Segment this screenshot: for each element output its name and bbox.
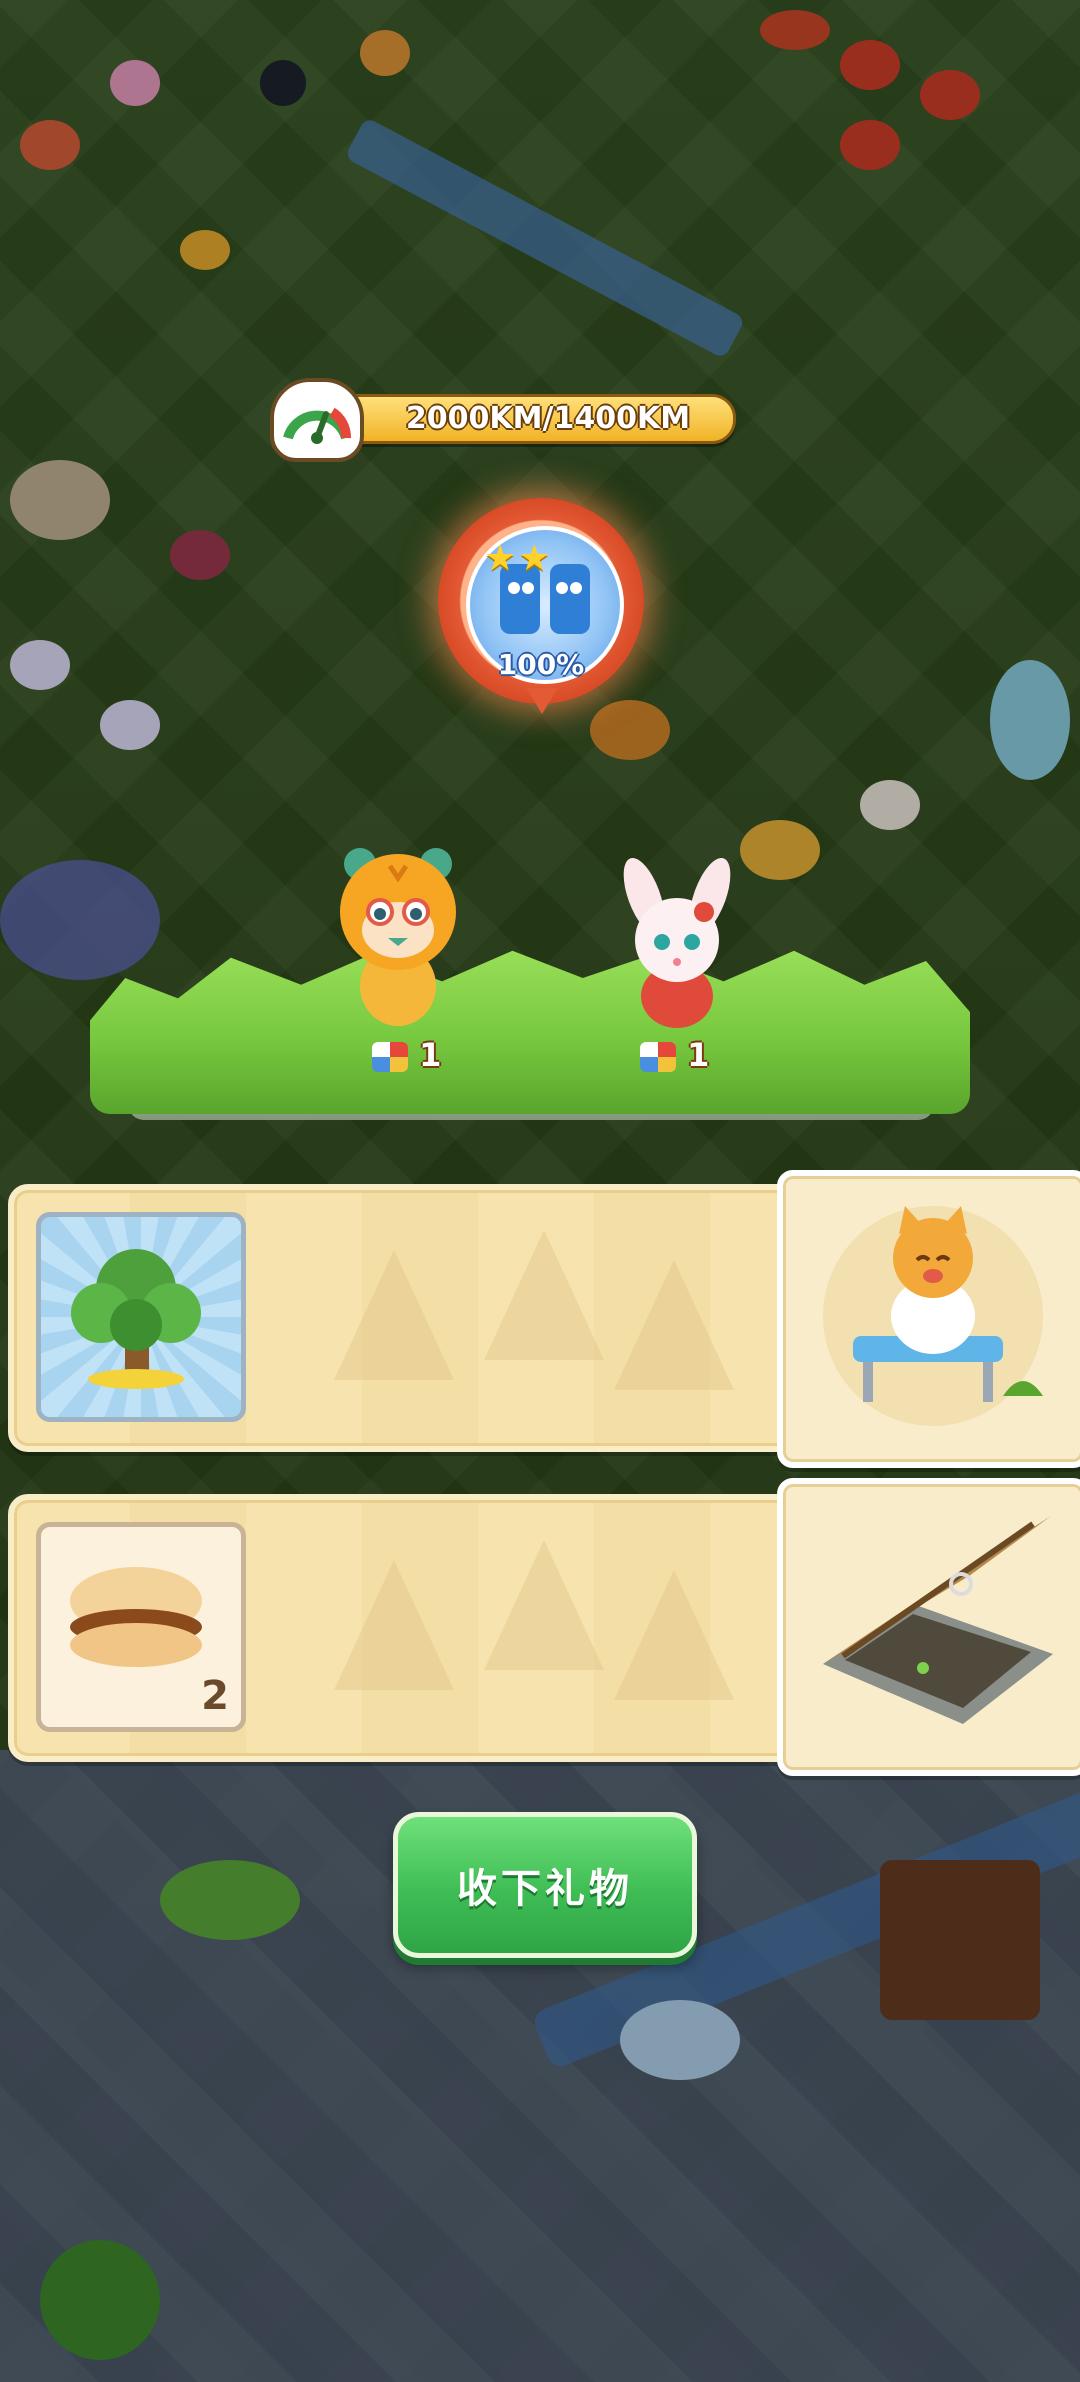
distance-bar: 2000KM/1400KM — [310, 394, 736, 444]
item-quantity: 2 — [201, 1673, 229, 1719]
reward-item-tree[interactable] — [36, 1212, 246, 1422]
tree-pattern — [614, 1570, 734, 1700]
gift-icon — [640, 1042, 676, 1072]
tree-icon — [71, 1249, 201, 1389]
gift-icon — [372, 1042, 408, 1072]
completion-percent: 100% — [497, 648, 585, 681]
reward-side-trapdoor[interactable] — [777, 1478, 1080, 1776]
reward-side-bench[interactable] — [777, 1170, 1080, 1468]
tree-pattern — [334, 1250, 454, 1380]
gift-count-value: 1 — [419, 1036, 442, 1074]
reward-panel-tree — [8, 1184, 804, 1452]
collect-gift-button[interactable]: 收下礼物 — [393, 1812, 697, 1958]
completion-badge: ★★ 100% — [438, 498, 644, 714]
tree-pattern — [484, 1230, 604, 1360]
distance-meter: 2000KM/1400KM — [270, 378, 770, 462]
reward-panel-burger: 2 — [8, 1494, 804, 1762]
gift-count-value: 1 — [687, 1036, 710, 1074]
distance-label: 2000KM/1400KM — [405, 401, 691, 436]
bunny-character — [622, 856, 732, 1032]
star-rating: ★★ — [484, 538, 553, 579]
speedometer-icon — [270, 378, 364, 462]
reward-item-burger[interactable]: 2 — [36, 1522, 246, 1732]
bunny-gift-count: 1 — [640, 1036, 709, 1074]
tree-pattern — [334, 1560, 454, 1690]
cat-bench-icon — [823, 1206, 1043, 1426]
tree-pattern — [614, 1260, 734, 1390]
tiger-gift-count: 1 — [372, 1036, 441, 1074]
trapdoor-icon — [823, 1516, 1053, 1724]
tiger-character — [338, 846, 458, 1032]
tree-pattern — [484, 1540, 604, 1670]
badge-pointer — [526, 688, 558, 714]
